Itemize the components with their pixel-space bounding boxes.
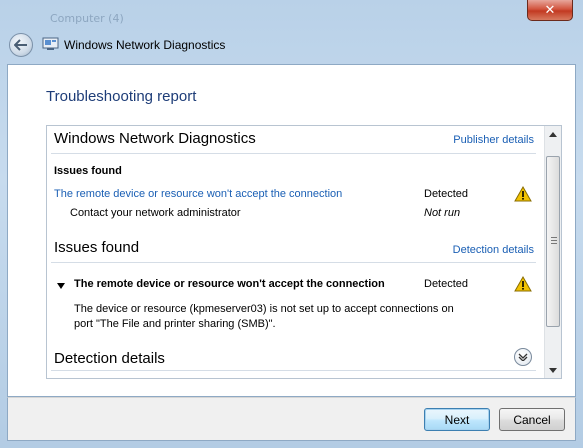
action-label: Contact your network administrator xyxy=(70,207,241,219)
detection-details-link[interactable]: Detection details xyxy=(453,244,534,256)
vertical-scrollbar[interactable] xyxy=(544,126,561,378)
divider xyxy=(51,153,536,154)
collapse-triangle-icon[interactable] xyxy=(57,283,65,289)
chevron-down-icon xyxy=(518,353,528,361)
report-heading: Troubleshooting report xyxy=(46,88,197,105)
section-title-issues: Issues found xyxy=(54,239,140,256)
scroll-down-button[interactable] xyxy=(545,362,561,378)
publisher-details-link[interactable]: Publisher details xyxy=(453,134,534,146)
background-window-hint: Computer (4) xyxy=(50,12,124,25)
network-diagnostics-icon xyxy=(42,37,59,50)
scroll-up-button[interactable] xyxy=(545,126,561,142)
grip-line xyxy=(551,237,557,238)
scroll-thumb[interactable] xyxy=(546,156,560,327)
issue-description-line2: port "The File and printer sharing (SMB)… xyxy=(74,318,276,330)
close-icon: ✕ xyxy=(544,2,556,18)
divider xyxy=(51,262,536,263)
issue-description-line1: The device or resource (kpmeserver03) is… xyxy=(74,303,454,315)
issues-found-subhead: Issues found xyxy=(54,165,122,177)
issue-status: Detected xyxy=(424,188,469,200)
next-button[interactable]: Next xyxy=(424,408,490,431)
report-content: Windows Network Diagnostics Publisher de… xyxy=(47,126,540,378)
issue-status: Detected xyxy=(424,278,469,290)
arrow-up-icon xyxy=(549,131,557,137)
arrow-down-icon xyxy=(549,367,557,373)
section-title-diagnostics: Windows Network Diagnostics xyxy=(54,130,256,147)
expand-button[interactable] xyxy=(514,348,532,366)
back-arrow-icon xyxy=(14,39,27,51)
window-frame: Computer (4) ✕ Windows Network Diagnosti… xyxy=(0,0,583,448)
warning-icon xyxy=(514,186,532,202)
grip-line xyxy=(551,243,557,244)
button-bar: Next Cancel xyxy=(7,397,576,441)
grip-line xyxy=(551,240,557,241)
report-panel: Windows Network Diagnostics Publisher de… xyxy=(46,125,562,379)
client-area: Troubleshooting report Windows Network D… xyxy=(7,64,576,397)
section-title-detection: Detection details xyxy=(54,350,165,367)
issue-title[interactable]: The remote device or resource won't acce… xyxy=(74,278,385,290)
warning-icon xyxy=(514,276,532,292)
cancel-button[interactable]: Cancel xyxy=(499,408,565,431)
action-status: Not run xyxy=(424,207,461,219)
issue-link[interactable]: The remote device or resource won't acce… xyxy=(54,188,342,200)
window-title: Windows Network Diagnostics xyxy=(64,38,226,52)
divider xyxy=(51,370,536,371)
back-button[interactable] xyxy=(9,33,33,57)
close-button[interactable]: ✕ xyxy=(527,0,573,21)
